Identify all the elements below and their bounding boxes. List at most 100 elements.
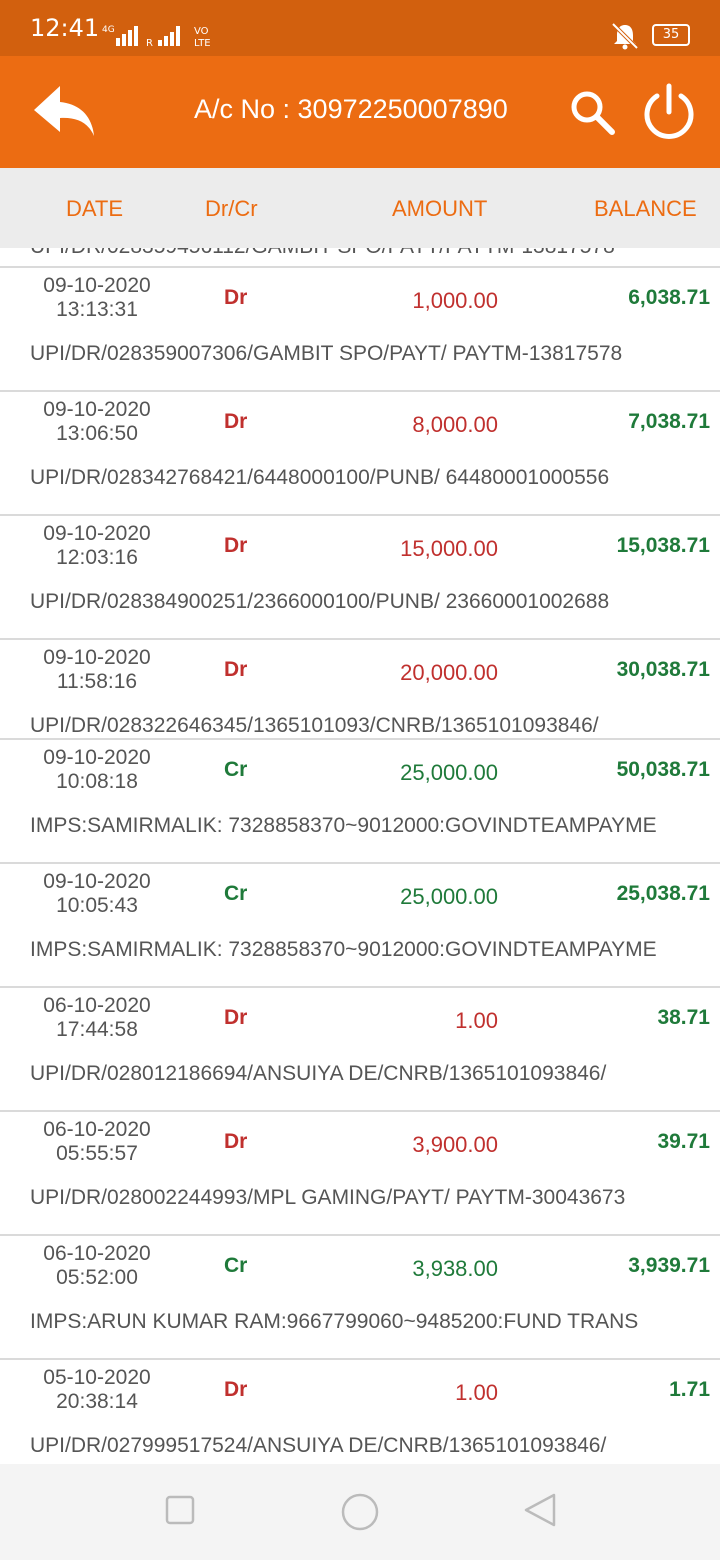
transaction-date: 06-10-2020 05:55:57 [30,1118,164,1166]
transaction-date: 09-10-2020 10:05:43 [30,870,164,918]
table-row[interactable]: 09-10-2020 12:03:16 Dr 15,000.00 15,038.71 UP… [0,516,720,640]
svg-text:VO: VO [194,26,209,37]
transaction-date: 06-10-2020 05:52:00 [30,1242,164,1290]
table-row[interactable]: 06-10-2020 05:55:57 Dr 3,900.00 39.71 UPI/DR/… [0,1112,720,1236]
transaction-time: 20:38:14 [56,1390,138,1413]
transaction-date: 09-10-2020 13:06:50 [30,398,164,446]
transaction-time: 13:06:50 [56,422,138,445]
transaction-balance: 6,038.71 [628,286,710,309]
transaction-date: 09-10-2020 10:08:18 [30,746,164,794]
search-icon[interactable] [568,88,616,136]
table-row[interactable]: 09-10-2020 10:05:43 Cr 25,000.00 25,038.71 IM… [0,864,720,988]
transaction-date-value: 05-10-2020 [43,1366,151,1389]
transaction-date-value: 09-10-2020 [43,398,151,421]
transaction-type: Dr [224,410,248,433]
transaction-balance: 7,038.71 [628,410,710,433]
transaction-date-value: 09-10-2020 [43,522,151,545]
transaction-time: 17:44:58 [56,1018,138,1041]
mute-bell-icon [611,22,639,50]
transaction-time: 10:08:18 [56,770,138,793]
transaction-description: UPI/DR/028384900251/2366000100/PUNB/ 236… [30,590,610,613]
transaction-balance: 30,038.71 [616,658,710,681]
transaction-date-value: 09-10-2020 [43,746,151,769]
transaction-description: UPI/DR/028359007306/GAMBIT SPO/PAYT/ PAY… [30,342,623,365]
battery-indicator: 35 [652,24,690,46]
transaction-description: UPI/DR/028012186694/ANSUIYA DE/CNRB/1365… [30,1062,607,1085]
transaction-amount: 20,000.00 [400,660,498,685]
column-amount[interactable]: AMOUNT [392,196,487,222]
svg-text:LTE: LTE [194,38,211,48]
transaction-date: 09-10-2020 11:58:16 [30,646,164,694]
power-icon[interactable] [640,82,698,142]
table-row[interactable]: 09-10-2020 11:58:16 Dr 20,000.00 30,038.71 UP… [0,640,720,740]
transaction-balance: 3,939.71 [628,1254,710,1277]
transaction-date: 09-10-2020 12:03:16 [30,522,164,570]
transaction-amount: 8,000.00 [412,412,498,437]
transaction-balance: 25,038.71 [616,882,710,905]
transaction-amount: 25,000.00 [400,884,498,909]
transaction-time: 05:52:00 [56,1266,138,1289]
table-row[interactable]: 09-10-2020 13:06:50 Dr 8,000.00 7,038.71 UPI/… [0,392,720,516]
transaction-amount: 1.00 [455,1380,498,1405]
svg-text:4G: 4G [102,25,115,35]
transaction-time: 13:13:31 [56,298,138,321]
transaction-type: Dr [224,658,248,681]
transaction-date: 05-10-2020 20:38:14 [30,1366,164,1414]
transaction-amount: 1,000.00 [412,288,498,313]
transaction-balance: 38.71 [657,1006,710,1029]
signal-icon: 4G R VO LTE [102,25,211,48]
transaction-type: Dr [224,286,248,309]
transaction-type: Dr [224,1006,248,1029]
transaction-description: UPI/DR/028002244993/MPL GAMING/PAYT/ PAY… [30,1186,626,1209]
page-title: A/c No : 30972250007890 [194,94,508,124]
transaction-date-value: 09-10-2020 [43,274,151,297]
table-row[interactable]: 06-10-2020 17:44:58 Dr 1.00 38.71 UPI/DR/0280… [0,988,720,1112]
transaction-type: Cr [224,1254,248,1277]
nav-back-icon[interactable] [522,1492,558,1528]
transaction-description: IMPS:SAMIRMALIK: 7328858370~9012000:GOVI… [30,814,657,837]
transaction-time: 05:55:57 [56,1142,138,1165]
transaction-balance: 39.71 [657,1130,710,1153]
transaction-list[interactable]: UPI/DR/028359456112/GAMBIT SPO/PAYT/PAYT… [0,248,720,1464]
table-row[interactable]: 09-10-2020 10:08:18 Cr 25,000.00 50,038.71 IM… [0,740,720,864]
transaction-date: 09-10-2020 13:13:31 [30,274,164,322]
transaction-description: IMPS:SAMIRMALIK: 7328858370~9012000:GOVI… [30,938,657,961]
table-row[interactable]: 06-10-2020 05:52:00 Cr 3,938.00 3,939.71 IMPS… [0,1236,720,1360]
app-bar: A/c No : 30972250007890 [0,56,720,168]
transaction-amount: 3,900.00 [412,1132,498,1157]
column-header: DATE Dr/Cr AMOUNT BALANCE [0,168,720,248]
status-bar: 12:41 4G R VO LTE 35 [0,0,720,56]
transaction-amount: 1.00 [455,1008,498,1033]
transaction-type: Dr [224,1378,248,1401]
transaction-date-value: 09-10-2020 [43,870,151,893]
table-row[interactable]: 05-10-2020 20:38:14 Dr 1.00 1.71 UPI/DR/02799… [0,1360,720,1464]
transaction-balance: 1.71 [669,1378,710,1401]
home-icon[interactable] [340,1492,380,1532]
column-type[interactable]: Dr/Cr [205,196,258,222]
transaction-description: UPI/DR/027999517524/ANSUIYA DE/CNRB/1365… [30,1434,607,1457]
transaction-date-value: 06-10-2020 [43,1118,151,1141]
status-time: 12:41 [30,14,100,42]
transaction-type: Cr [224,882,248,905]
recent-apps-icon[interactable] [164,1494,196,1526]
back-arrow-icon[interactable] [30,82,98,142]
transaction-date-value: 09-10-2020 [43,646,151,669]
transaction-amount: 3,938.00 [412,1256,498,1281]
transaction-amount: 15,000.00 [400,536,498,561]
transaction-description: UPI/DR/028342768421/6448000100/PUNB/ 644… [30,466,610,489]
transaction-description: UPI/DR/028322646345/1365101093/CNRB/1365… [30,714,599,737]
transaction-date-value: 06-10-2020 [43,994,151,1017]
column-date[interactable]: DATE [66,196,123,222]
transaction-description: IMPS:ARUN KUMAR RAM:9667799060~9485200:F… [30,1310,639,1333]
nav-bar [0,1464,720,1560]
transaction-time: 10:05:43 [56,894,138,917]
transaction-time: 11:58:16 [56,670,138,693]
transaction-amount: 25,000.00 [400,760,498,785]
column-balance[interactable]: BALANCE [594,196,697,222]
transaction-description: UPI/DR/028359456112/GAMBIT SPO/PAYT/PAYT… [0,248,720,268]
transaction-time: 12:03:16 [56,546,138,569]
transaction-balance: 50,038.71 [616,758,710,781]
transaction-type: Dr [224,1130,248,1153]
table-row[interactable]: 09-10-2020 13:13:31 Dr 1,000.00 6,038.71 UPI/… [0,268,720,392]
transaction-balance: 15,038.71 [616,534,710,557]
